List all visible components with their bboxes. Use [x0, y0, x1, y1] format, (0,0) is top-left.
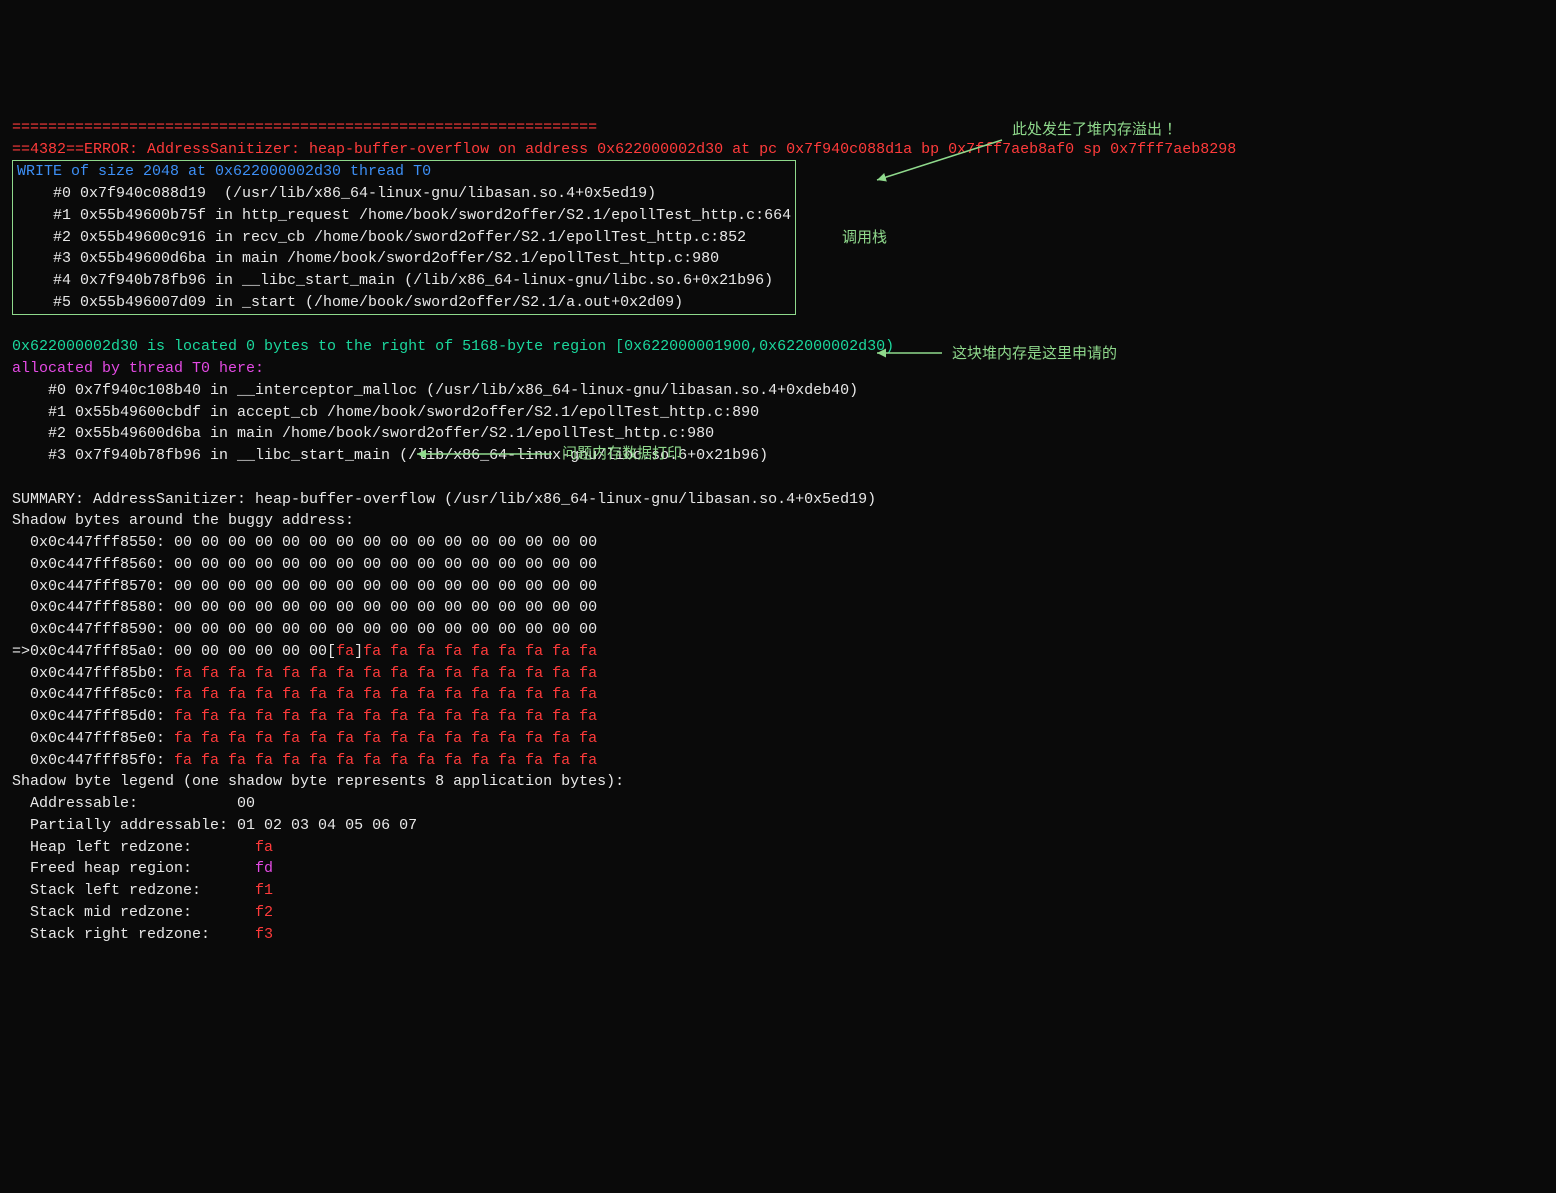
- stack1-5: #5 0x55b496007d09 in _start (/home/book/…: [17, 294, 683, 311]
- legend-rows: Addressable: 00 Partially addressable: 0…: [12, 795, 417, 943]
- stack2-2: #2 0x55b49600d6ba in main /home/book/swo…: [12, 425, 714, 442]
- alloc-header: allocated by thread T0 here:: [12, 360, 264, 377]
- callstack-annotation: 调用栈: [842, 227, 887, 249]
- legend-header: Shadow byte legend (one shadow byte repr…: [12, 773, 624, 790]
- stack1-0: #0 0x7f940c088d19 (/usr/lib/x86_64-linux…: [17, 185, 656, 202]
- stack1-4: #4 0x7f940b78fb96 in __libc_start_main (…: [17, 272, 773, 289]
- write-header: WRITE of size 2048 at 0x622000002d30 thr…: [17, 163, 431, 180]
- stack2-0: #0 0x7f940c108b40 in __interceptor_mallo…: [12, 382, 858, 399]
- summary-line: SUMMARY: AddressSanitizer: heap-buffer-o…: [12, 491, 885, 508]
- separator-line: ========================================…: [12, 119, 597, 136]
- overflow-annotation: 此处发生了堆内存溢出 ！: [1012, 119, 1181, 141]
- error-header: ==4382==ERROR: AddressSanitizer: heap-bu…: [12, 141, 1236, 158]
- located-line: 0x622000002d30 is located 0 bytes to the…: [12, 338, 894, 355]
- shadow-memory-rows: 0x0c447fff8550: 00 00 00 00 00 00 00 00 …: [12, 534, 597, 769]
- terminal-output: ========================================…: [12, 95, 1544, 1076]
- stack1-2: #2 0x55b49600c916 in recv_cb /home/book/…: [17, 229, 746, 246]
- memdump-annotation: 问题内存数据打印: [562, 443, 682, 465]
- callstack-box: WRITE of size 2048 at 0x622000002d30 thr…: [12, 160, 796, 314]
- shadow-header: Shadow bytes around the buggy address:: [12, 512, 354, 529]
- stack1-1: #1 0x55b49600b75f in http_request /home/…: [17, 207, 791, 224]
- stack1-3: #3 0x55b49600d6ba in main /home/book/swo…: [17, 250, 719, 267]
- alloc-annotation: 这块堆内存是这里申请的: [952, 343, 1117, 365]
- stack2-1: #1 0x55b49600cbdf in accept_cb /home/boo…: [12, 404, 759, 421]
